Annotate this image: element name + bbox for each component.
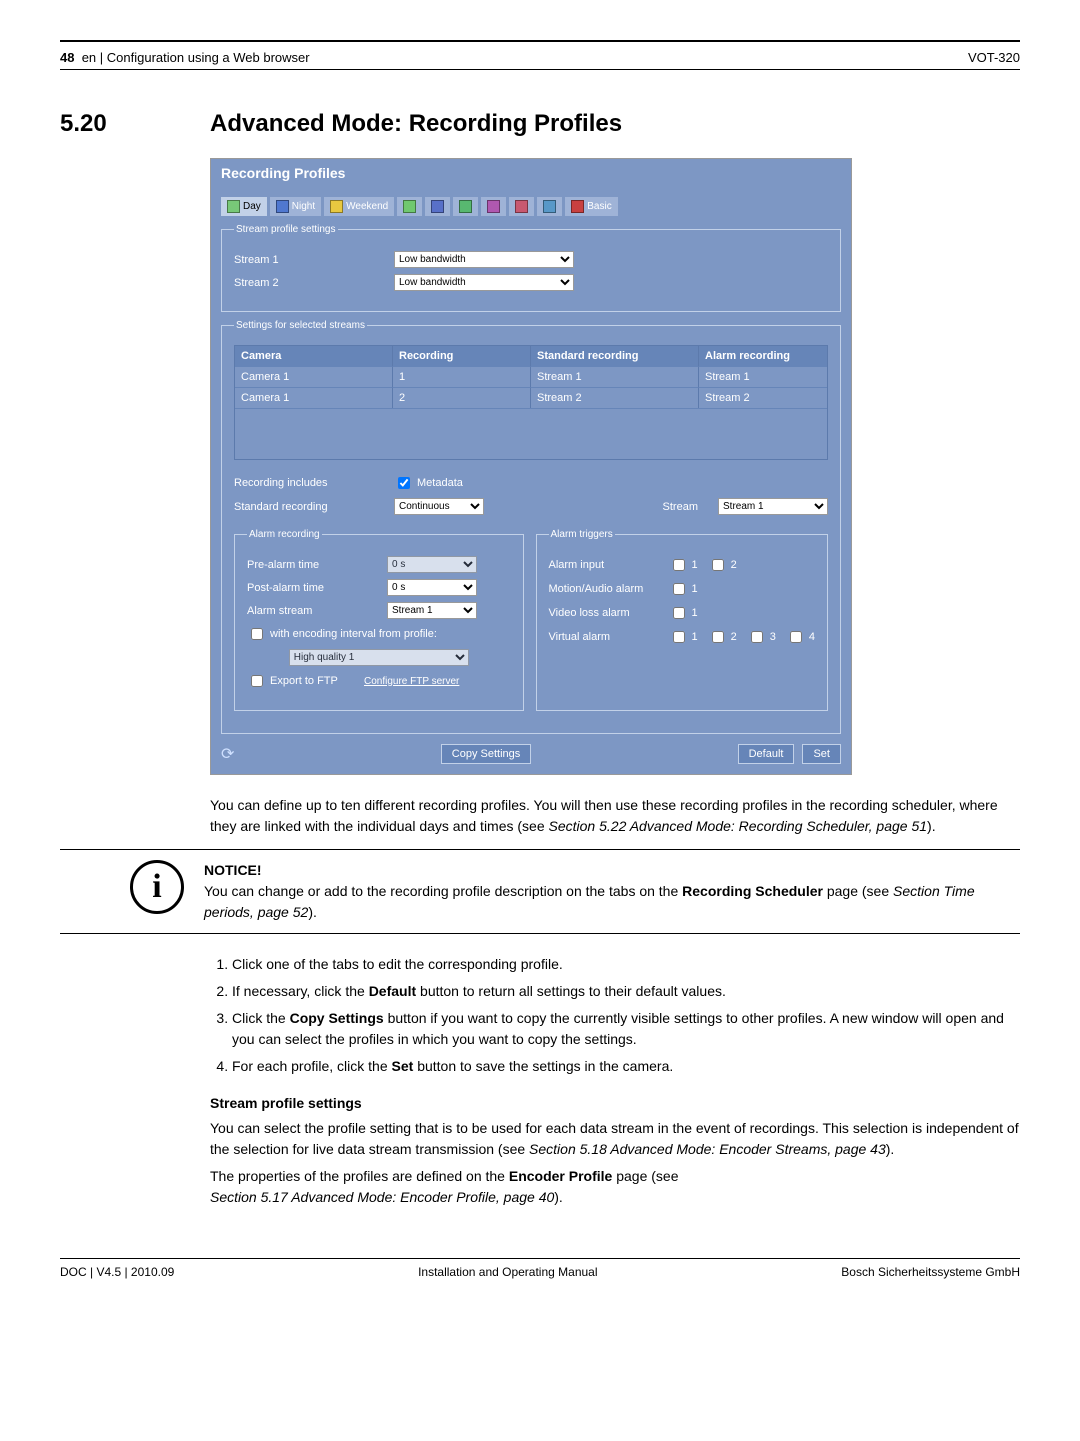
virtual-alarm-4-checkbox[interactable] bbox=[790, 631, 802, 643]
info-icon: i bbox=[130, 860, 184, 914]
tab-profile-5[interactable] bbox=[425, 197, 450, 216]
swatch-icon bbox=[459, 200, 472, 213]
standard-recording-select[interactable]: Continuous bbox=[394, 498, 484, 515]
standard-recording-label: Standard recording bbox=[234, 501, 384, 513]
metadata-checkbox[interactable] bbox=[398, 477, 410, 489]
swatch-icon bbox=[487, 200, 500, 213]
streams-table: Camera Recording Standard recording Alar… bbox=[234, 345, 828, 460]
list-item: If necessary, click the Default button t… bbox=[232, 981, 1020, 1002]
set-button[interactable]: Set bbox=[802, 744, 841, 764]
steps-list: Click one of the tabs to edit the corres… bbox=[210, 954, 1020, 1077]
stream-profile-subhead: Stream profile settings bbox=[210, 1093, 1020, 1114]
post-alarm-select[interactable]: 0 s bbox=[387, 579, 477, 596]
encoding-interval-checkbox[interactable] bbox=[251, 628, 263, 640]
tab-profile-4[interactable] bbox=[397, 197, 422, 216]
settings-selected-streams-group: Settings for selected streams Camera Rec… bbox=[221, 320, 841, 734]
notice-title: NOTICE! bbox=[204, 862, 262, 878]
paragraph: You can select the profile setting that … bbox=[210, 1118, 1020, 1160]
swatch-icon bbox=[330, 200, 343, 213]
encoding-profile-select[interactable]: High quality 1 bbox=[289, 649, 469, 666]
configure-ftp-link[interactable]: Configure FTP server bbox=[364, 676, 459, 687]
swatch-icon bbox=[276, 200, 289, 213]
tab-day[interactable]: Day bbox=[221, 197, 267, 216]
page-number: 48 bbox=[60, 50, 74, 65]
copy-settings-button[interactable]: Copy Settings bbox=[441, 744, 531, 764]
virtual-alarm-2-checkbox[interactable] bbox=[712, 631, 724, 643]
swatch-icon bbox=[403, 200, 416, 213]
stream-label: Stream bbox=[494, 501, 708, 513]
tab-night[interactable]: Night bbox=[270, 197, 321, 216]
swatch-icon bbox=[515, 200, 528, 213]
table-row[interactable]: Camera 1 2 Stream 2 Stream 2 bbox=[235, 387, 827, 408]
export-ftp-checkbox[interactable] bbox=[251, 675, 263, 687]
section-number: 5.20 bbox=[60, 110, 210, 138]
list-item: For each profile, click the Set button t… bbox=[232, 1056, 1020, 1077]
panel-title: Recording Profiles bbox=[211, 159, 851, 187]
paragraph: The properties of the profiles are defin… bbox=[210, 1166, 1020, 1208]
swatch-icon bbox=[431, 200, 444, 213]
intro-paragraph: You can define up to ten different recor… bbox=[210, 795, 1020, 837]
alarm-stream-select[interactable]: Stream 1 bbox=[387, 602, 477, 619]
notice-block: i NOTICE! You can change or add to the r… bbox=[60, 849, 1020, 934]
stream1-label: Stream 1 bbox=[234, 254, 384, 266]
alarm-triggers-group: Alarm triggers Alarm input 1 2 Motion/Au… bbox=[536, 529, 829, 711]
page-footer: DOC | V4.5 | 2010.09 Installation and Op… bbox=[60, 1258, 1020, 1279]
alarm-input-1-checkbox[interactable] bbox=[673, 559, 685, 571]
swatch-icon bbox=[227, 200, 240, 213]
stream2-label: Stream 2 bbox=[234, 277, 384, 289]
swatch-icon bbox=[571, 200, 584, 213]
stream1-select[interactable]: Low bandwidth bbox=[394, 251, 574, 268]
video-loss-1-checkbox[interactable] bbox=[673, 607, 685, 619]
metadata-checkbox-label[interactable]: Metadata bbox=[394, 474, 463, 492]
virtual-alarm-1-checkbox[interactable] bbox=[673, 631, 685, 643]
list-item: Click one of the tabs to edit the corres… bbox=[232, 954, 1020, 975]
stream-select[interactable]: Stream 1 bbox=[718, 498, 828, 515]
section-title: Advanced Mode: Recording Profiles bbox=[210, 110, 622, 138]
tab-weekend[interactable]: Weekend bbox=[324, 197, 394, 216]
recording-includes-label: Recording includes bbox=[234, 477, 384, 489]
model-id: VOT-320 bbox=[968, 50, 1020, 65]
recording-profiles-panel: Recording Profiles Day Night Weekend Bas… bbox=[210, 158, 852, 775]
default-button[interactable]: Default bbox=[738, 744, 795, 764]
motion-alarm-1-checkbox[interactable] bbox=[673, 583, 685, 595]
swatch-icon bbox=[543, 200, 556, 213]
stream2-select[interactable]: Low bandwidth bbox=[394, 274, 574, 291]
tab-profile-8[interactable] bbox=[509, 197, 534, 216]
tab-profile-6[interactable] bbox=[453, 197, 478, 216]
tab-profile-9[interactable] bbox=[537, 197, 562, 216]
stream-profile-settings-group: Stream profile settings Stream 1 Low ban… bbox=[221, 224, 841, 312]
table-row[interactable]: Camera 1 1 Stream 1 Stream 1 bbox=[235, 366, 827, 387]
tab-basic[interactable]: Basic bbox=[565, 197, 617, 216]
list-item: Click the Copy Settings button if you wa… bbox=[232, 1008, 1020, 1050]
profile-tabs: Day Night Weekend Basic bbox=[221, 197, 841, 216]
tab-profile-7[interactable] bbox=[481, 197, 506, 216]
alarm-input-2-checkbox[interactable] bbox=[712, 559, 724, 571]
refresh-icon[interactable]: ⟳ bbox=[221, 744, 234, 764]
page-header: 48 en | Configuration using a Web browse… bbox=[60, 50, 1020, 70]
pre-alarm-select[interactable]: 0 s bbox=[387, 556, 477, 573]
alarm-recording-group: Alarm recording Pre-alarm time0 s Post-a… bbox=[234, 529, 524, 711]
virtual-alarm-3-checkbox[interactable] bbox=[751, 631, 763, 643]
